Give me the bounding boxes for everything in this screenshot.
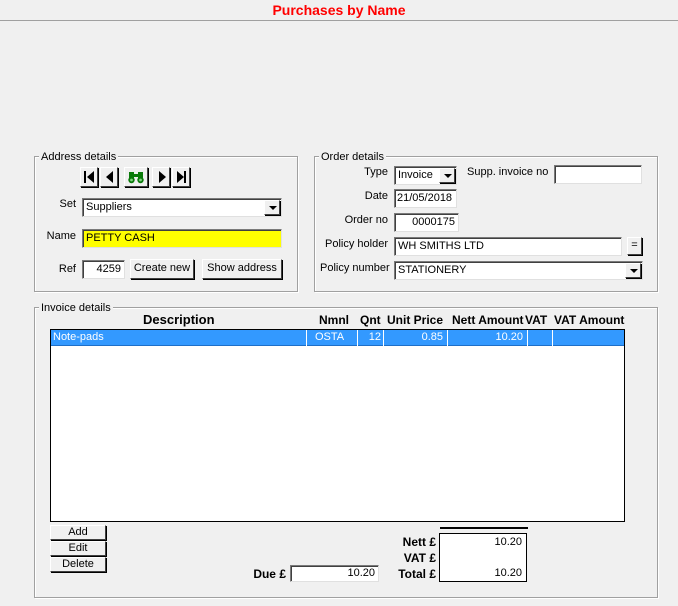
previous-record-button[interactable] [100,167,118,187]
policy-holder-field[interactable]: WH SMITHS LTD [394,237,622,256]
col-unit-price: Unit Price [387,313,444,327]
add-line-button[interactable]: Add [50,525,106,540]
order-no-label: Order no [344,214,388,226]
binoculars-icon [128,172,144,184]
next-record-button[interactable] [152,167,170,187]
show-address-label: Show address [207,262,277,274]
previous-icon [106,171,113,183]
policy-number-select[interactable]: STATIONERY [394,261,643,280]
type-label: Type [364,166,388,178]
next-icon [159,171,166,183]
supp-invoice-label: Supp. invoice no [467,166,549,178]
invoice-details-legend: Invoice details [39,302,113,314]
policy-holder-label: Policy holder [325,238,388,250]
policy-number-dropdown-icon[interactable] [625,263,641,278]
grand-total-label: Total £ [398,567,436,581]
edit-line-button[interactable]: Edit [50,541,106,556]
due-field: 10.20 [290,565,379,582]
window-title: Purchases by Name [0,0,678,21]
name-field[interactable]: PETTY CASH [82,229,282,248]
set-label: Set [59,198,76,210]
add-line-label: Add [68,526,88,538]
col-vat: VAT [525,313,548,327]
row-description: Note-pads [53,331,104,343]
type-select[interactable]: Invoice [394,166,457,185]
delete-line-label: Delete [62,558,94,570]
set-select[interactable]: Suppliers [82,198,282,217]
order-details-legend: Order details [319,151,386,163]
table-row[interactable]: Note-pads OSTA 12 0.85 10.20 [51,330,624,346]
set-value: Suppliers [86,201,132,213]
grand-total-value: 10.20 [494,567,522,579]
date-field[interactable]: 21/05/2018 [394,189,457,208]
create-new-label: Create new [133,262,191,274]
vat-total-label: VAT £ [403,551,436,565]
address-details-legend: Address details [39,151,119,163]
type-dropdown-icon[interactable] [439,168,455,183]
type-value: Invoice [398,169,433,181]
col-nett-amount: Nett Amount [452,313,524,327]
col-nmnl: Nmnl [319,313,349,327]
order-no-field[interactable]: 0000175 [394,213,459,232]
totals-box: 10.20 10.20 [439,533,527,582]
col-qnt: Qnt [360,313,381,327]
date-label: Date [364,190,388,202]
row-nmnl: OSTA [315,331,345,343]
show-address-button[interactable]: Show address [202,259,282,279]
find-record-button[interactable] [124,167,148,187]
col-vat-amount: VAT Amount [554,313,625,327]
first-record-button[interactable] [80,167,98,187]
delete-line-button[interactable]: Delete [50,557,106,572]
totals-divider [440,527,528,529]
policy-holder-lookup-button[interactable]: = [627,237,642,255]
set-dropdown-icon[interactable] [264,200,280,215]
row-nett-amount: 10.20 [495,331,523,343]
due-label: Due £ [253,567,286,581]
name-label: Name [46,230,76,242]
policy-number-value: STATIONERY [398,264,467,276]
create-new-button[interactable]: Create new [130,259,194,279]
col-description: Description [143,312,215,327]
ref-field[interactable]: 4259 [82,260,125,279]
nett-total-label: Nett £ [402,535,436,549]
edit-line-label: Edit [68,542,88,554]
supp-invoice-field[interactable] [554,165,642,184]
last-record-button[interactable] [172,167,190,187]
invoice-lines-list[interactable]: Note-pads OSTA 12 0.85 10.20 [50,329,625,522]
policy-number-label: Policy number [320,262,390,274]
ref-label: Ref [58,263,76,275]
row-unit-price: 0.85 [421,331,443,343]
nett-total-value: 10.20 [494,536,522,548]
row-qnt: 12 [368,331,381,343]
